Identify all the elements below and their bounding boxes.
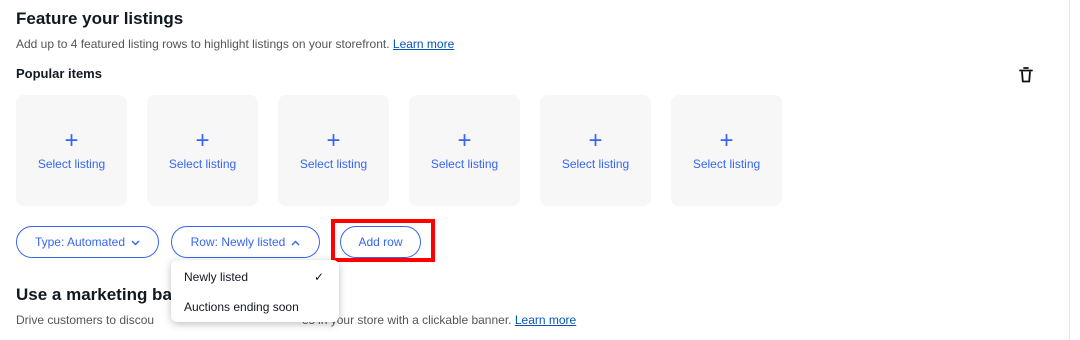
plus-icon: + (588, 126, 603, 154)
select-listing-label: Select listing (561, 156, 630, 171)
row-dropdown-menu: Newly listed ✓ Auctions ending soon (171, 260, 339, 322)
select-listing-label: Select listing (37, 156, 106, 171)
check-icon: ✓ (314, 270, 325, 284)
plus-icon: + (64, 126, 79, 154)
select-listing-tile[interactable]: + Select listing (409, 95, 520, 206)
select-listing-label: Select listing (168, 156, 237, 171)
plus-icon: + (195, 126, 210, 154)
select-listing-tile[interactable]: + Select listing (540, 95, 651, 206)
plus-icon: + (719, 126, 734, 154)
select-listing-label: Select listing (299, 156, 368, 171)
select-listing-tile[interactable]: + Select listing (147, 95, 258, 206)
select-listing-label: Select listing (692, 156, 761, 171)
chevron-up-icon (291, 235, 300, 249)
plus-icon: + (326, 126, 341, 154)
learn-more-link[interactable]: Learn more (393, 37, 454, 51)
menu-option-newly-listed[interactable]: Newly listed (184, 270, 248, 284)
highlight-box (331, 219, 435, 262)
select-listing-tile[interactable]: + Select listing (278, 95, 389, 206)
menu-option-auctions-ending-soon[interactable]: Auctions ending soon (184, 300, 299, 314)
section-title: Feature your listings (16, 9, 184, 28)
section-description: Add up to 4 featured listing rows to hig… (16, 37, 454, 51)
banner-title: Use a marketing ba (16, 285, 172, 304)
banner-learn-more-link[interactable]: Learn more (515, 313, 576, 327)
select-listing-label: Select listing (430, 156, 499, 171)
chevron-down-icon (131, 235, 140, 249)
feature-listings-card: Feature your listings Add up to 4 featur… (0, 0, 1070, 340)
row-dropdown-button[interactable]: Row: Newly listed (171, 226, 320, 258)
row-title: Popular items (16, 66, 102, 81)
banner-description-start: Drive customers to discou (16, 313, 155, 327)
row-button-label: Row: Newly listed (190, 235, 286, 249)
select-listing-tile[interactable]: + Select listing (16, 95, 127, 206)
plus-icon: + (457, 126, 472, 154)
section-description-text: Add up to 4 featured listing rows to hig… (16, 37, 390, 51)
type-button-label: Type: Automated (34, 235, 126, 249)
select-listing-tile[interactable]: + Select listing (671, 95, 782, 206)
type-dropdown-button[interactable]: Type: Automated (16, 226, 159, 258)
listing-tiles: + Select listing + Select listing + Sele… (16, 95, 782, 206)
trash-icon[interactable] (1016, 65, 1036, 85)
